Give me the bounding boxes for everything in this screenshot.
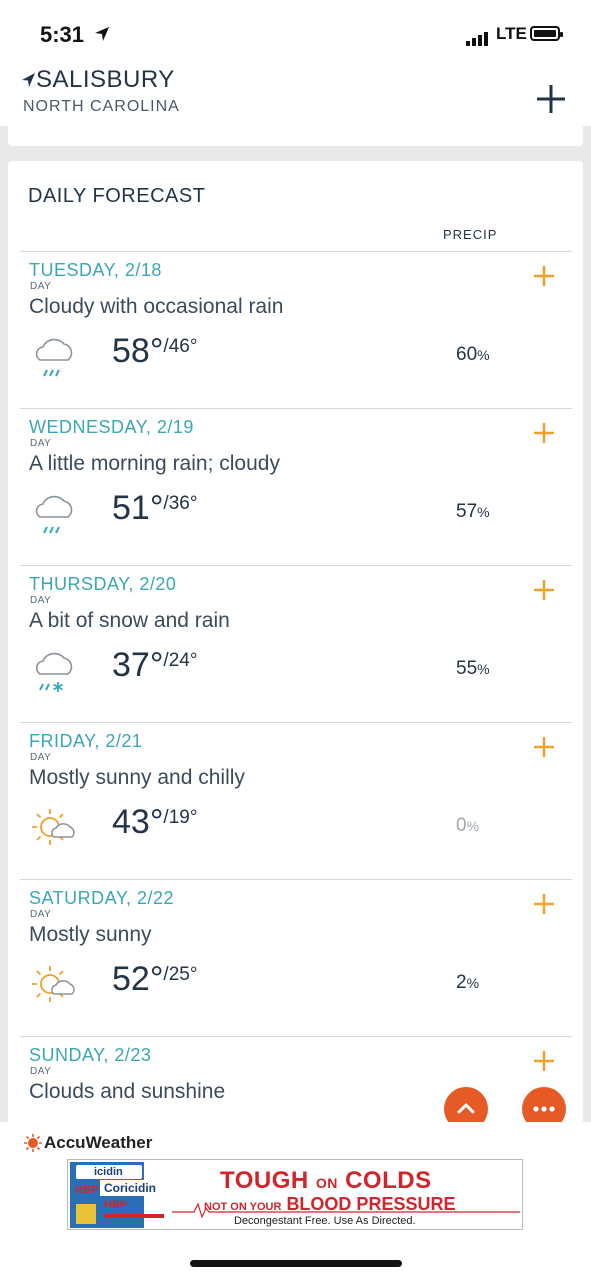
previous-card-bottom bbox=[8, 126, 583, 146]
day-period: DAY bbox=[30, 1066, 52, 1077]
location-header: SALISBURY NORTH CAROLINA bbox=[0, 62, 591, 126]
day-date: TUESDAY, 2/18 bbox=[29, 260, 162, 280]
ad-fineprint: Decongestant Free. Use As Directed. bbox=[234, 1215, 416, 1227]
ad-product-name: Coricidin bbox=[104, 1181, 157, 1195]
day-period: DAY bbox=[30, 752, 52, 763]
current-location-icon bbox=[22, 73, 35, 87]
status-bar: 5:31 LTE bbox=[0, 0, 591, 62]
rain-cloud-icon bbox=[35, 338, 73, 377]
day-period: DAY bbox=[30, 909, 52, 920]
add-location-button[interactable] bbox=[534, 82, 568, 116]
expand-plus-icon[interactable] bbox=[532, 264, 556, 288]
low-temp: /19° bbox=[163, 807, 198, 828]
battery-icon bbox=[530, 26, 563, 41]
status-time: 5:31 bbox=[40, 22, 85, 47]
day-description: A bit of snow and rain bbox=[29, 609, 230, 632]
high-temp: 37°/24° bbox=[112, 646, 198, 684]
card-title: DAILY FORECAST bbox=[28, 185, 206, 207]
expand-plus-icon[interactable] bbox=[532, 735, 556, 759]
city-name[interactable]: SALISBURY bbox=[36, 66, 175, 94]
low-temp: /24° bbox=[163, 650, 198, 671]
brand-name: AccuWeather bbox=[44, 1133, 153, 1152]
high-temp: 51°/36° bbox=[112, 489, 198, 527]
precip-value: 60% bbox=[456, 344, 490, 365]
low-temp: /25° bbox=[163, 964, 198, 985]
expand-plus-icon[interactable] bbox=[532, 892, 556, 916]
day-date: WEDNESDAY, 2/19 bbox=[29, 417, 194, 437]
precip-column-header: PRECIP bbox=[443, 227, 498, 242]
day-description: Cloudy with occasional rain bbox=[29, 295, 284, 318]
day-period: DAY bbox=[30, 438, 52, 449]
low-temp: /46° bbox=[163, 336, 198, 357]
forecast-day-row[interactable]: WEDNESDAY, 2/19 DAY A little morning rai… bbox=[20, 408, 572, 565]
precip-value: 55% bbox=[456, 658, 490, 679]
day-date: FRIDAY, 2/21 bbox=[29, 731, 143, 751]
expand-plus-icon[interactable] bbox=[532, 578, 556, 602]
forecast-day-row[interactable]: FRIDAY, 2/21 DAY Mostly sunny and chilly… bbox=[20, 722, 572, 879]
ad-headline: TOUGH ON COLDS bbox=[220, 1167, 432, 1194]
day-description: Mostly sunny bbox=[29, 923, 152, 946]
snow-rain-cloud-icon bbox=[35, 652, 73, 692]
daily-forecast-card: DAILY FORECAST PRECIP TUESDAY, 2/18 DAY … bbox=[8, 161, 583, 1161]
day-description: Clouds and sunshine bbox=[29, 1080, 226, 1103]
mostly-sunny-icon bbox=[32, 966, 75, 1002]
expand-plus-icon[interactable] bbox=[532, 421, 556, 445]
ad-hbp-top: HBP bbox=[75, 1184, 99, 1196]
precip-value: 0% bbox=[456, 815, 480, 836]
signal-icon bbox=[466, 28, 490, 46]
ad-banner[interactable]: icidin HBP Coricidin HBP TOUGH ON COLDS … bbox=[67, 1159, 523, 1230]
precip-value: 2% bbox=[456, 972, 480, 993]
accuweather-logo-icon bbox=[24, 1134, 42, 1152]
ad-hbp-mid: HBP bbox=[104, 1199, 128, 1211]
high-temp: 43°/19° bbox=[112, 803, 198, 841]
forecast-day-row[interactable]: TUESDAY, 2/18 DAY Cloudy with occasional… bbox=[20, 251, 572, 408]
state-name: NORTH CAROLINA bbox=[23, 98, 180, 115]
network-label: LTE bbox=[496, 24, 527, 43]
mostly-sunny-icon bbox=[32, 809, 75, 845]
high-temp: 58°/46° bbox=[112, 332, 198, 370]
forecast-day-row[interactable]: THURSDAY, 2/20 DAY A bit of snow and rai… bbox=[20, 565, 572, 722]
precip-value: 57% bbox=[456, 501, 490, 522]
day-description: A little morning rain; cloudy bbox=[29, 452, 280, 475]
rain-cloud-icon bbox=[35, 495, 73, 534]
forecast-day-row[interactable]: SATURDAY, 2/22 DAY Mostly sunny 52°/25° … bbox=[20, 879, 572, 1036]
day-date: SATURDAY, 2/22 bbox=[29, 888, 175, 908]
day-date: SUNDAY, 2/23 bbox=[29, 1045, 152, 1065]
day-period: DAY bbox=[30, 595, 52, 606]
ad-product-top: icidin bbox=[94, 1166, 123, 1178]
low-temp: /36° bbox=[163, 493, 198, 514]
ad-footer: AccuWeather icidin HBP Coricidin HBP TOU… bbox=[0, 1122, 591, 1279]
day-period: DAY bbox=[30, 281, 52, 292]
high-temp: 52°/25° bbox=[112, 960, 198, 998]
location-arrow-icon bbox=[95, 27, 109, 41]
day-description: Mostly sunny and chilly bbox=[29, 766, 245, 789]
day-date: THURSDAY, 2/20 bbox=[29, 574, 177, 594]
expand-plus-icon[interactable] bbox=[532, 1049, 556, 1073]
ad-product-box: icidin HBP Coricidin HBP bbox=[70, 1162, 170, 1228]
home-indicator[interactable] bbox=[190, 1260, 402, 1267]
